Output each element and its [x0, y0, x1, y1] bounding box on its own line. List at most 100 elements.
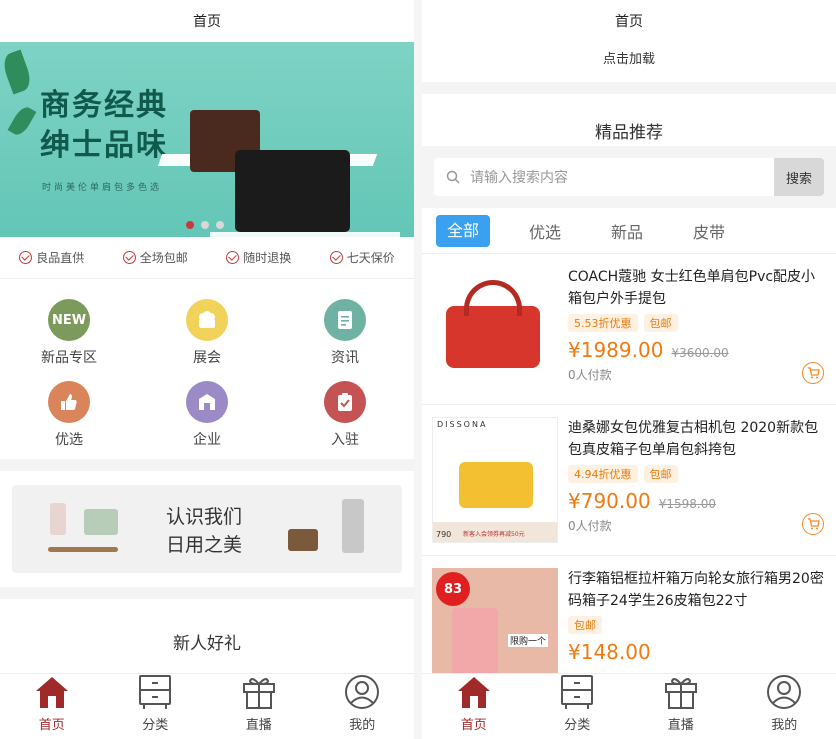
- category-grid: NEW 新品专区 展会 资讯 优选 企业 入驻: [0, 279, 414, 459]
- tab-category[interactable]: 分类: [526, 674, 630, 739]
- user-icon: [767, 675, 802, 709]
- badge-price: 790: [436, 530, 452, 539]
- grid-item-news[interactable]: 资讯: [276, 299, 414, 367]
- section-divider: [0, 587, 414, 599]
- feature-item: 七天保价: [329, 249, 395, 266]
- building-icon: [186, 381, 228, 423]
- banner-carousel[interactable]: 商务经典 绅士品味 时尚美伦单肩包多色选: [0, 42, 414, 237]
- tab-preferred[interactable]: 优选: [504, 219, 586, 243]
- product-image: [432, 266, 558, 392]
- load-more-button[interactable]: 点击加载: [422, 42, 836, 82]
- cart-icon[interactable]: [802, 362, 824, 384]
- feature-item: 随时退换: [226, 249, 291, 266]
- user-icon: [345, 675, 380, 709]
- search-button[interactable]: 搜索: [774, 158, 824, 196]
- grid-item-exhibition[interactable]: 展会: [138, 299, 276, 367]
- cabinet-icon: [561, 675, 594, 709]
- original-price: ¥3600.00: [671, 346, 729, 360]
- search-input[interactable]: 请输入搜索内容: [434, 158, 774, 196]
- carousel-dot[interactable]: [216, 221, 224, 229]
- shipping-badge: 包邮: [643, 465, 678, 483]
- gift-icon: [242, 678, 275, 709]
- badge-note: 限购一个: [508, 634, 549, 647]
- product-price: ¥148.00: [568, 640, 651, 664]
- home-icon: [457, 677, 490, 708]
- check-circle-icon: [226, 251, 240, 264]
- check-circle-icon: [122, 251, 136, 264]
- leaf-decoration: [0, 49, 35, 95]
- tab-all[interactable]: 全部: [436, 214, 490, 247]
- product-price: ¥1989.00: [568, 338, 664, 362]
- cabinet-icon: [139, 675, 172, 709]
- tab-belt[interactable]: 皮带: [668, 219, 750, 243]
- service-features: 良品直供 全场包邮 随时退换 七天保价: [0, 237, 414, 279]
- check-circle-icon: [19, 251, 33, 264]
- paid-count: 0人付款: [568, 368, 612, 382]
- tab-bar: 首页 分类 直播 我的: [422, 673, 836, 739]
- grid-item-preferred[interactable]: 优选: [0, 381, 138, 449]
- search-bar: 请输入搜索内容 搜索: [422, 146, 836, 208]
- product-card[interactable]: COACH蔻驰 女士红色单肩包Pvc配皮小箱包户外手提包 5.53折优惠 包邮 …: [422, 254, 836, 405]
- grid-item-new[interactable]: NEW 新品专区: [0, 299, 138, 367]
- tab-new[interactable]: 新品: [586, 219, 668, 243]
- feature-item: 良品直供: [19, 249, 84, 266]
- product-title: COACH蔻驰 女士红色单肩包Pvc配皮小箱包户外手提包: [568, 269, 816, 307]
- kettle-image: [50, 503, 66, 535]
- tab-bar: 首页 分类 直播 我的: [0, 673, 414, 739]
- shelf-decoration: [210, 232, 400, 237]
- black-bag-image: [235, 150, 350, 232]
- discount-badge: 4.94折优惠: [568, 465, 638, 483]
- brand-label: DISSONA: [437, 420, 488, 429]
- stool-image: [288, 529, 318, 551]
- home-screen-right: 首页 点击加载 精品推荐 请输入搜索内容 搜索 全部 优选 新品 皮带 COAC…: [422, 0, 836, 739]
- discount-badge: 5.53折优惠: [568, 314, 638, 332]
- cake-icon: [186, 299, 228, 341]
- tab-live[interactable]: 直播: [629, 674, 733, 739]
- page-title: 首页: [422, 0, 836, 42]
- badge-note: 新客入会领券再减50元: [463, 531, 525, 538]
- feature-item: 全场包邮: [122, 249, 188, 266]
- spatula-image: [48, 547, 118, 552]
- featured-title: 精品推荐: [422, 82, 836, 146]
- paid-count: 0人付款: [568, 519, 612, 533]
- new-badge-icon: NEW: [48, 299, 90, 341]
- banner-subtitle: 时尚美伦单肩包多色选: [42, 183, 163, 193]
- about-us-banner[interactable]: 认识我们 日用之美: [12, 485, 402, 573]
- product-image: DISSONA 790 新客入会领券再减50元: [432, 417, 558, 543]
- original-price: ¥1598.00: [658, 497, 716, 511]
- about-us-text: 认识我们 日用之美: [166, 506, 243, 556]
- banner-headline: 商务经典 绅士品味: [40, 88, 168, 163]
- check-circle-icon: [329, 251, 343, 264]
- home-screen-left: 首页 商务经典 绅士品味 时尚美伦单肩包多色选 良品直供 全场包邮 随时退换 七: [0, 0, 414, 739]
- product-title: 行李箱铝框拉杆箱万向轮女旅行箱男20密码箱子24学生26皮箱包22寸: [568, 571, 824, 609]
- section-divider: [0, 459, 414, 471]
- product-price: ¥790.00: [568, 489, 651, 513]
- leaf-decoration: [7, 104, 37, 138]
- carousel-dots[interactable]: [186, 221, 224, 229]
- grid-item-join[interactable]: 入驻: [276, 381, 414, 449]
- new-user-gift-title: 新人好礼: [173, 634, 241, 654]
- sale-badge: 83: [436, 572, 470, 606]
- tab-home[interactable]: 首页: [422, 674, 526, 739]
- thumbs-up-icon: [48, 381, 90, 423]
- clipboard-check-icon: [324, 381, 366, 423]
- grid-item-enterprise[interactable]: 企业: [138, 381, 276, 449]
- shipping-badge: 包邮: [568, 616, 602, 634]
- tab-home[interactable]: 首页: [0, 674, 104, 739]
- search-icon: [446, 170, 460, 184]
- page-title: 首页: [0, 0, 414, 42]
- tab-profile[interactable]: 我的: [733, 674, 836, 739]
- toaster-image: [84, 509, 118, 535]
- tab-live[interactable]: 直播: [207, 674, 311, 739]
- gift-icon: [664, 678, 697, 709]
- suitcase-image: [342, 499, 364, 553]
- carousel-dot[interactable]: [186, 221, 194, 229]
- document-icon: [324, 299, 366, 341]
- category-tabs: 全部 优选 新品 皮带: [422, 208, 836, 254]
- tab-category[interactable]: 分类: [104, 674, 208, 739]
- product-card[interactable]: DISSONA 790 新客入会领券再减50元 迪桑娜女包优雅复古相机包 202…: [422, 405, 836, 556]
- carousel-dot[interactable]: [201, 221, 209, 229]
- tab-profile[interactable]: 我的: [311, 674, 415, 739]
- cart-icon[interactable]: [802, 513, 824, 535]
- home-icon: [35, 677, 68, 708]
